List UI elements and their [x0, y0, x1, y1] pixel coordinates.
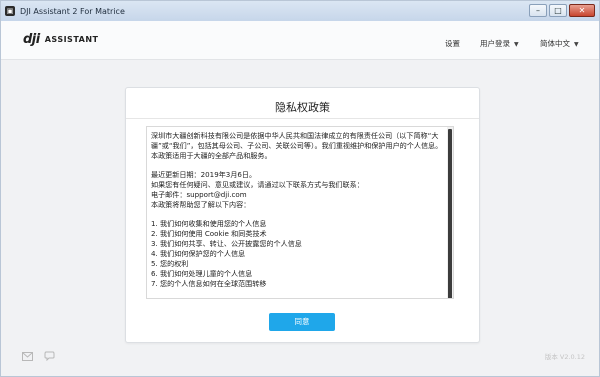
app-icon: ▣ — [5, 6, 15, 16]
policy-text-box[interactable]: 深圳市大疆创新科技有限公司是依据中华人民共和国法律成立的有限责任公司（以下简称“… — [146, 126, 454, 299]
list-item: 5. 您的权利 — [151, 259, 189, 268]
logo-brand: dji — [23, 32, 40, 47]
window-controls: – □ ✕ — [529, 4, 595, 17]
nav-user-login-label: 用户登录 — [480, 39, 510, 48]
dialog-title: 隐私权政策 — [275, 101, 330, 114]
nav-language-label: 简体中文 — [540, 39, 570, 48]
app-window: ▣ DJI Assistant 2 For Matrice – □ ✕ dji … — [0, 0, 600, 377]
privacy-policy-dialog: 隐私权政策 深圳市大疆创新科技有限公司是依据中华人民共和国法律成立的有限责任公司… — [125, 87, 480, 343]
logo-text: ASSISTANT — [44, 35, 99, 44]
policy-text: 深圳市大疆创新科技有限公司是依据中华人民共和国法律成立的有限责任公司（以下简称“… — [151, 131, 445, 289]
list-item: 2. 我们如何使用 Cookie 和同类技术 — [151, 229, 267, 238]
list-item: 3. 我们如何共享、转让、公开披露您的个人信息 — [151, 239, 302, 248]
nav-user-login[interactable]: 用户登录 ▼ — [480, 38, 519, 49]
list-item: 7. 您的个人信息如何在全球范围转移 — [151, 279, 267, 288]
divider — [126, 118, 479, 119]
list-item: 4. 我们如何保护您的个人信息 — [151, 249, 246, 258]
title-bar[interactable]: ▣ DJI Assistant 2 For Matrice – □ ✕ — [1, 1, 599, 21]
logo: dji ASSISTANT — [23, 32, 99, 47]
chevron-down-icon: ▼ — [514, 41, 519, 48]
policy-email: 电子邮件：support@dji.com — [151, 190, 247, 199]
list-item: 1. 我们如何收集和使用您的个人信息 — [151, 219, 267, 228]
minimize-button[interactable]: – — [529, 4, 547, 17]
chevron-down-icon: ▼ — [574, 41, 579, 48]
version-label: 版本 V2.0.12 — [544, 353, 585, 361]
nav-settings[interactable]: 设置 — [445, 38, 460, 49]
mail-icon[interactable] — [22, 352, 33, 361]
nav-language[interactable]: 简体中文 ▼ — [540, 38, 579, 49]
scrollbar-track[interactable] — [447, 127, 453, 298]
agree-button[interactable]: 同意 — [269, 313, 335, 331]
scrollbar-thumb[interactable] — [448, 129, 452, 298]
feedback-icon[interactable] — [44, 351, 55, 361]
window-title: DJI Assistant 2 For Matrice — [20, 6, 125, 16]
policy-contact-note: 如果您有任何疑问、意见或建议，请通过以下联系方式与我们联系： — [151, 180, 364, 189]
list-item: 6. 我们如何处理儿童的个人信息 — [151, 269, 253, 278]
maximize-button[interactable]: □ — [549, 4, 567, 17]
close-button[interactable]: ✕ — [569, 4, 595, 17]
nav-settings-label: 设置 — [445, 39, 460, 48]
app-header: dji ASSISTANT 设置 用户登录 ▼ 简体中文 ▼ — [1, 21, 599, 60]
policy-intro: 深圳市大疆创新科技有限公司是依据中华人民共和国法律成立的有限责任公司（以下简称“… — [151, 131, 443, 160]
policy-contents-intro: 本政策将帮助您了解以下内容： — [151, 200, 251, 209]
policy-update-date: 最近更新日期：2019年3月6日。 — [151, 170, 257, 179]
